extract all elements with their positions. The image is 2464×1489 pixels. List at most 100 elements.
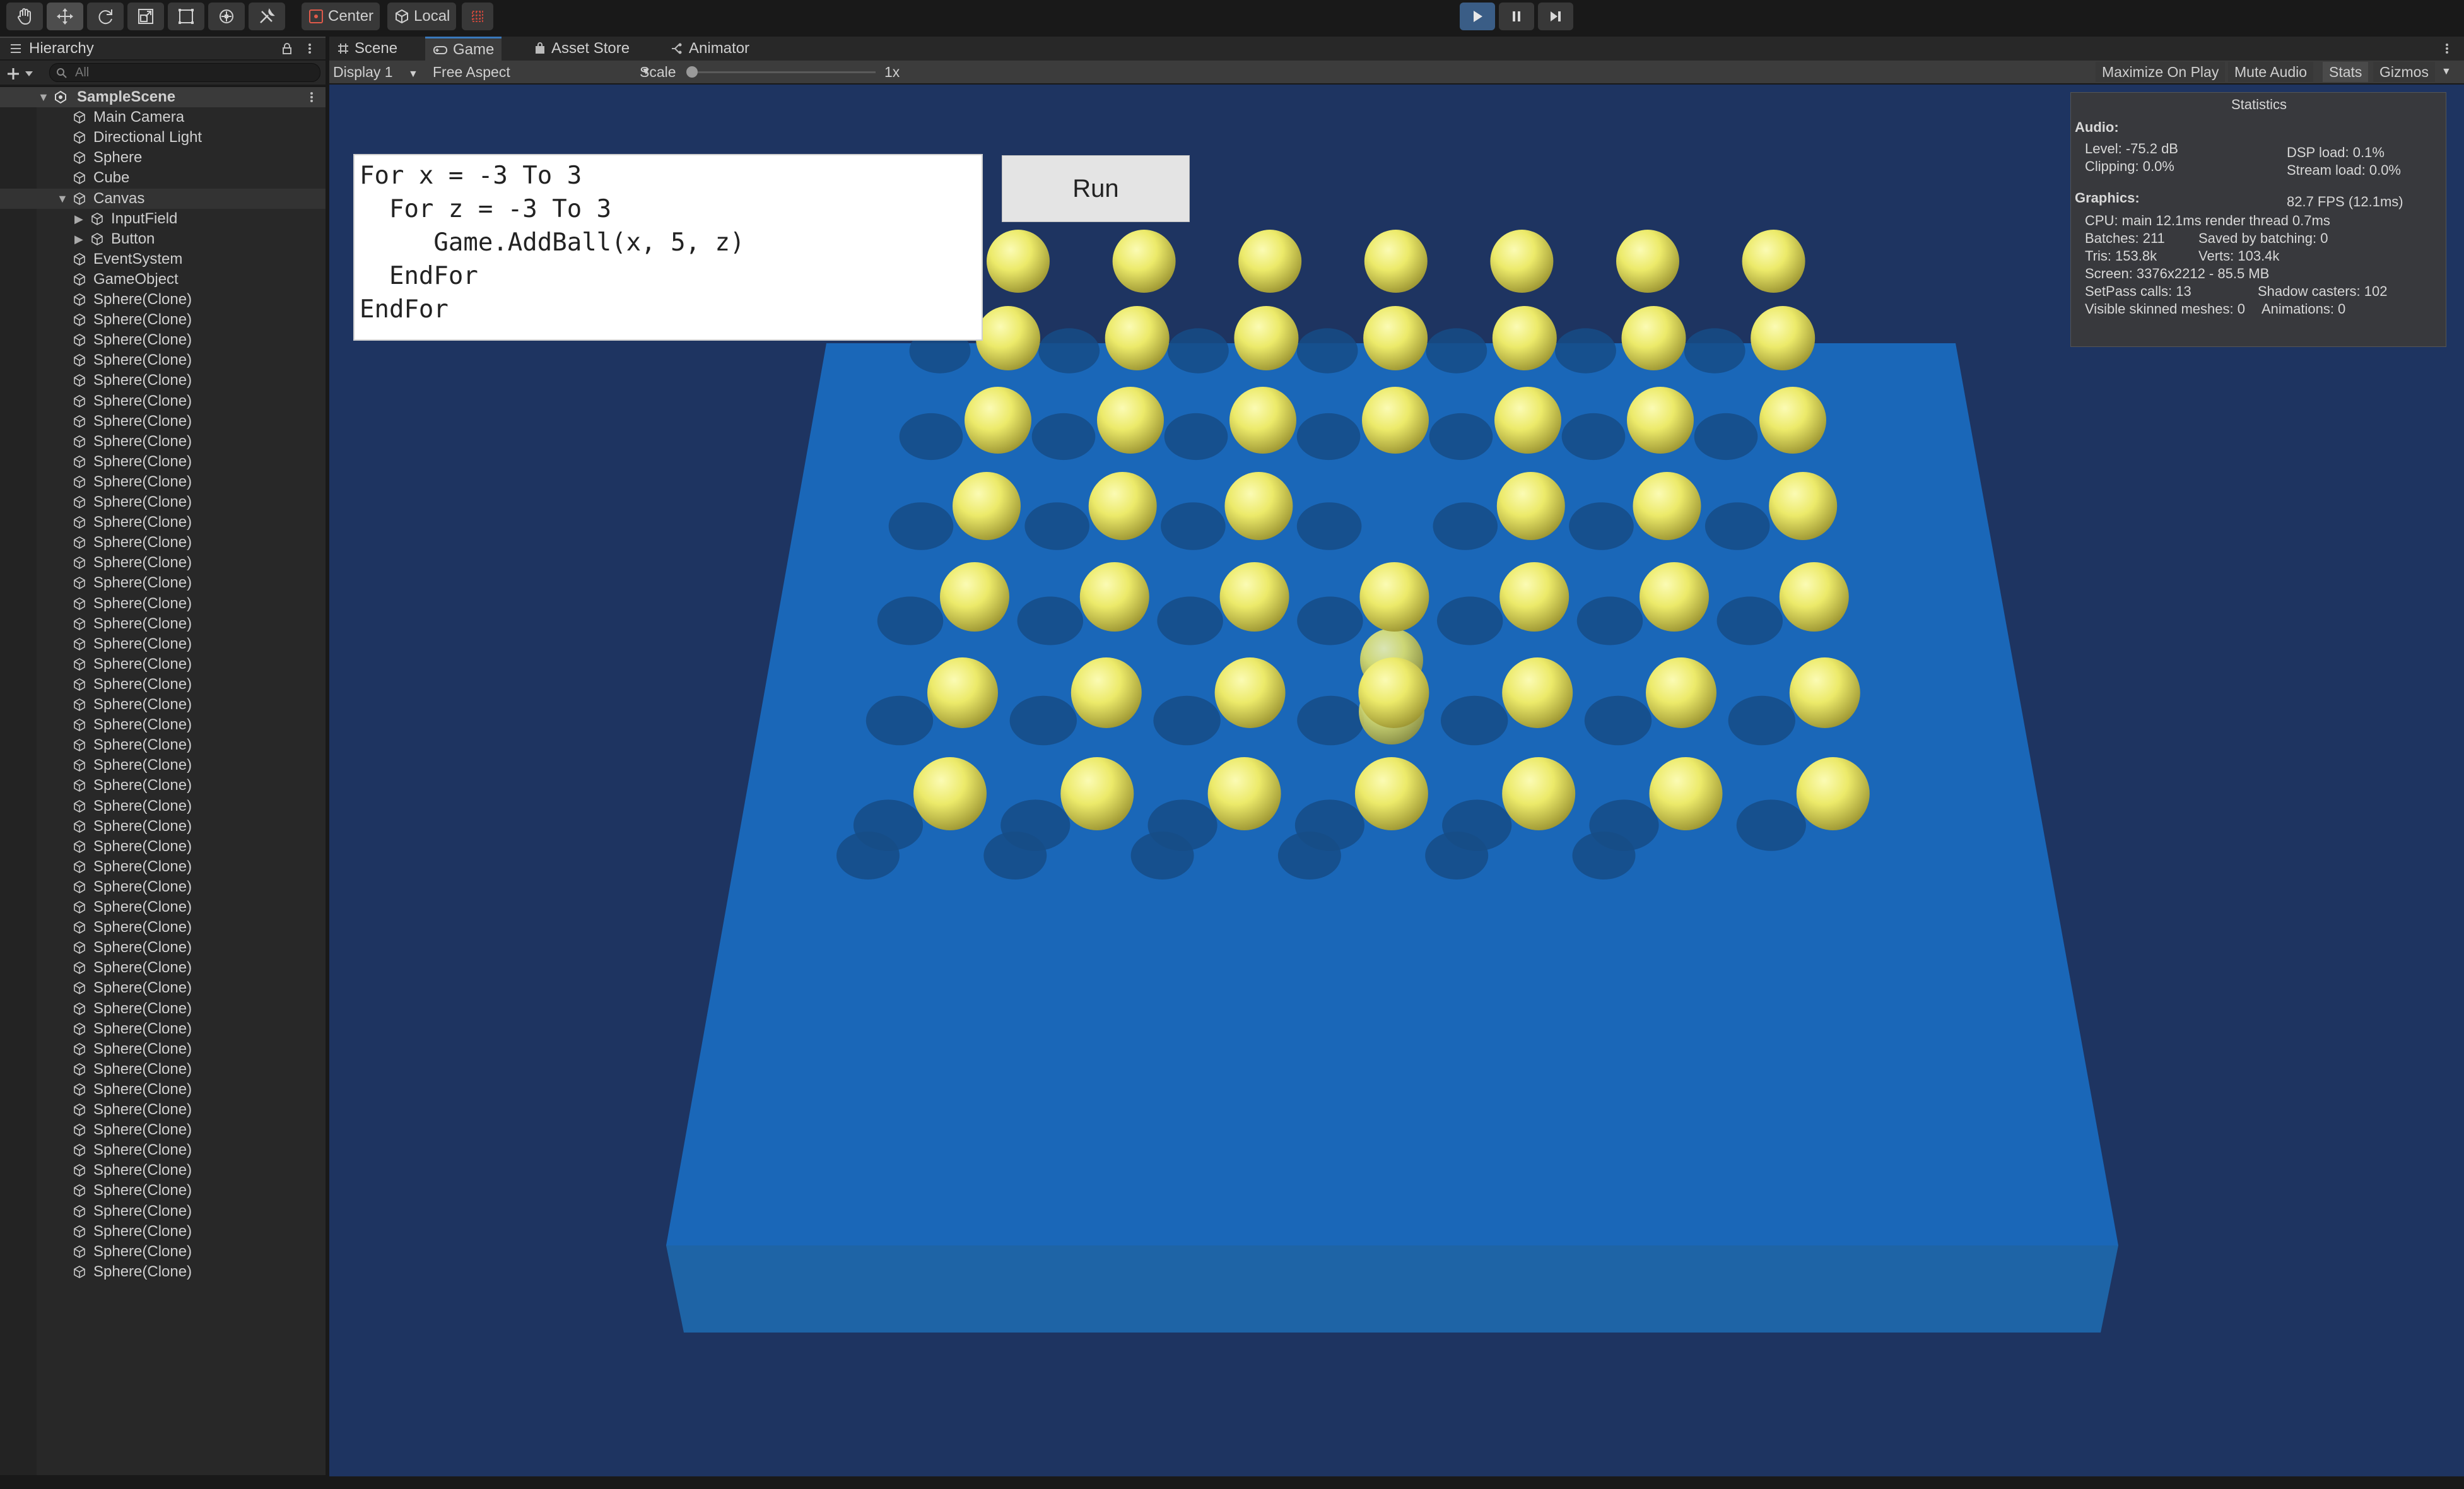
more-options-icon[interactable] [2440,42,2454,56]
hierarchy-item[interactable]: GameObject [0,269,326,290]
hierarchy-item[interactable]: Sphere(Clone) [0,350,326,370]
add-icon[interactable] [5,66,21,82]
hierarchy-item[interactable]: Sphere(Clone) [0,674,326,695]
tab-animator[interactable]: Animator [662,37,757,61]
hierarchy-item[interactable]: Sphere(Clone) [0,391,326,411]
expand-arrow-icon[interactable]: ▼ [57,189,68,209]
move-tool-button[interactable] [47,3,83,30]
hierarchy-item[interactable]: Sphere(Clone) [0,533,326,553]
rotate-tool-button[interactable] [87,3,124,30]
hierarchy-item[interactable]: Main Camera [0,107,326,127]
hierarchy-item[interactable]: Sphere(Clone) [0,796,326,816]
hierarchy-item[interactable]: Sphere(Clone) [0,1160,326,1180]
hierarchy-search-input[interactable]: All [49,63,320,82]
collapsed-arrow-icon[interactable]: ▶ [74,229,83,249]
hierarchy-item[interactable]: Sphere(Clone) [0,938,326,958]
more-options-icon[interactable] [304,90,319,105]
tab-asset-store[interactable]: Asset Store [526,37,637,61]
transform-tool-button[interactable] [208,3,245,30]
hierarchy-item[interactable]: Directional Light [0,127,326,148]
hierarchy-item[interactable]: Sphere(Clone) [0,715,326,735]
hierarchy-item[interactable]: Sphere(Clone) [0,1019,326,1039]
hierarchy-item[interactable]: Sphere(Clone) [0,735,326,755]
hierarchy-item[interactable]: Sphere(Clone) [0,1140,326,1160]
hierarchy-item[interactable]: Sphere(Clone) [0,837,326,857]
aspect-dropdown[interactable]: Free Aspect ▼ [433,61,651,83]
hierarchy-item[interactable]: Sphere(Clone) [0,816,326,837]
hierarchy-item[interactable]: Sphere(Clone) [0,917,326,938]
hierarchy-item[interactable]: Sphere(Clone) [0,1242,326,1262]
stats-toggle[interactable]: Stats [2323,62,2369,82]
hierarchy-item[interactable]: Sphere(Clone) [0,1201,326,1221]
hierarchy-item[interactable]: Sphere(Clone) [0,1059,326,1080]
hierarchy-item[interactable]: Sphere(Clone) [0,877,326,897]
hierarchy-item[interactable]: Sphere(Clone) [0,1120,326,1140]
chevron-down-icon[interactable] [24,69,34,78]
step-button[interactable] [1538,3,1573,30]
hierarchy-item[interactable]: Sphere(Clone) [0,573,326,593]
hierarchy-item[interactable]: Sphere(Clone) [0,999,326,1019]
hierarchy-item[interactable]: Sphere(Clone) [0,1180,326,1201]
hierarchy-item[interactable]: ▼ Canvas [0,188,326,209]
rect-tool-button[interactable] [168,3,204,30]
hierarchy-item[interactable]: Sphere(Clone) [0,755,326,775]
gizmos-toggle[interactable]: Gizmos [2373,62,2435,82]
pivot-center-toggle[interactable]: Center [302,3,380,30]
hierarchy-item[interactable]: Sphere(Clone) [0,330,326,350]
hierarchy-item[interactable]: Sphere(Clone) [0,432,326,452]
hierarchy-item[interactable]: Sphere [0,148,326,168]
game-viewport[interactable]: For x = -3 To 3 For z = -3 To 3 Game.Add… [329,85,2464,1476]
hierarchy-item[interactable]: Sphere(Clone) [0,472,326,492]
hierarchy-item[interactable]: Sphere(Clone) [0,310,326,330]
hierarchy-scene-row[interactable]: ▼ SampleScene [0,87,326,107]
chevron-down-icon[interactable]: ▼ [2441,61,2451,83]
hierarchy-item[interactable]: Sphere(Clone) [0,775,326,796]
hierarchy-item[interactable]: EventSystem [0,249,326,269]
hierarchy-item[interactable]: ▶ Button [0,229,326,249]
lock-icon[interactable] [280,42,294,56]
custom-tool-button[interactable] [249,3,285,30]
pause-button[interactable] [1499,3,1534,30]
hierarchy-item[interactable]: Sphere(Clone) [0,857,326,877]
hierarchy-item[interactable]: Sphere(Clone) [0,512,326,533]
expand-arrow-icon[interactable]: ▼ [38,87,49,107]
hierarchy-item[interactable]: Sphere(Clone) [0,634,326,654]
tab-scene[interactable]: Scene [329,37,405,61]
code-input-field[interactable]: For x = -3 To 3 For z = -3 To 3 Game.Add… [353,154,983,341]
hierarchy-item[interactable]: Sphere(Clone) [0,553,326,573]
display-dropdown[interactable]: Display 1 ▼ [333,61,418,83]
hierarchy-item[interactable]: Cube [0,168,326,188]
run-button[interactable]: Run [1002,155,1190,222]
hierarchy-item[interactable]: Sphere(Clone) [0,614,326,634]
play-button[interactable] [1460,3,1495,30]
scale-tool-button[interactable] [127,3,164,30]
mute-audio-toggle[interactable]: Mute Audio [2228,62,2314,82]
hierarchy-item[interactable]: Sphere(Clone) [0,411,326,432]
maximize-on-play-toggle[interactable]: Maximize On Play [2096,62,2226,82]
hierarchy-item[interactable]: Sphere(Clone) [0,290,326,310]
hierarchy-item[interactable]: Sphere(Clone) [0,695,326,715]
hierarchy-item[interactable]: Sphere(Clone) [0,1221,326,1242]
hierarchy-item[interactable]: Sphere(Clone) [0,978,326,998]
hierarchy-item[interactable]: Sphere(Clone) [0,654,326,674]
tab-game[interactable]: Game [425,37,502,61]
hierarchy-item[interactable]: Sphere(Clone) [0,958,326,978]
hierarchy-item[interactable]: Sphere(Clone) [0,492,326,512]
hierarchy-item[interactable]: Sphere(Clone) [0,1262,326,1282]
collapsed-arrow-icon[interactable]: ▶ [74,209,83,229]
scale-slider-track[interactable] [691,71,876,73]
hierarchy-item[interactable]: Sphere(Clone) [0,370,326,391]
pivot-space-toggle[interactable]: Local [387,3,457,30]
hierarchy-item[interactable]: Sphere(Clone) [0,594,326,614]
hierarchy-item[interactable]: Sphere(Clone) [0,1039,326,1059]
more-options-icon[interactable] [303,42,317,56]
hierarchy-item[interactable]: Sphere(Clone) [0,897,326,917]
scale-slider-handle[interactable] [686,66,698,78]
hierarchy-item[interactable]: Sphere(Clone) [0,1080,326,1100]
hierarchy-item[interactable]: ▶ InputField [0,209,326,229]
hierarchy-item[interactable]: Sphere(Clone) [0,1100,326,1120]
hand-tool-button[interactable] [6,3,43,30]
hierarchy-tab[interactable]: Hierarchy [0,37,326,59]
snap-grid-button[interactable] [462,3,493,30]
hierarchy-item[interactable]: Sphere(Clone) [0,452,326,472]
